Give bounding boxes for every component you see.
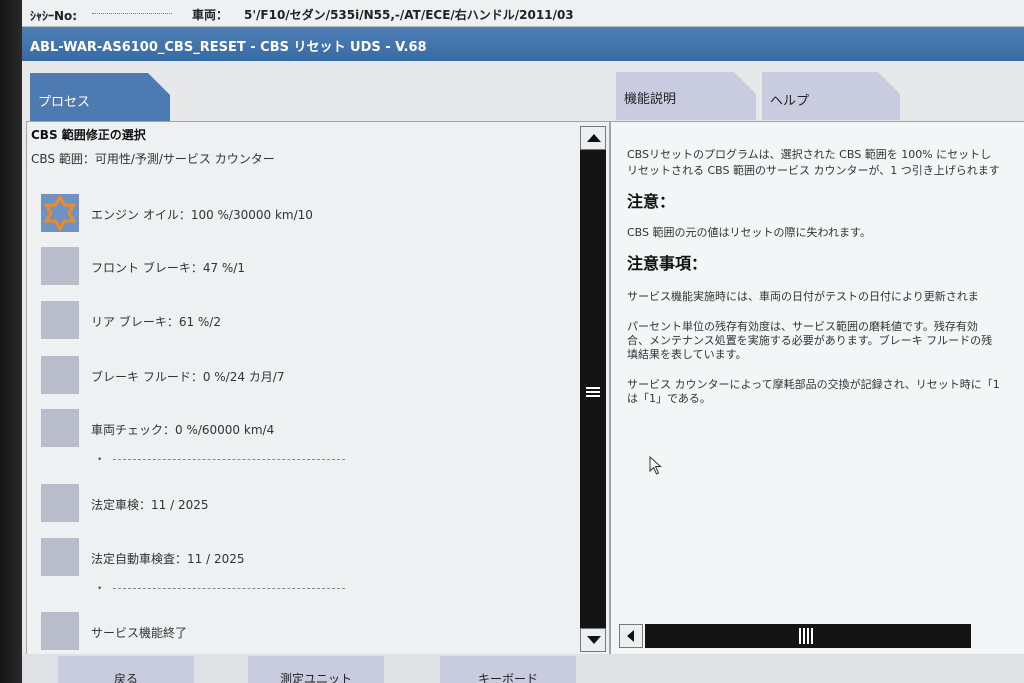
step-label: リア ブレーキ：61 %/2 [91,315,221,329]
grip-icon [586,387,600,397]
process-panel: CBS 範囲修正の選択 CBS 範囲：可用性/予測/サービス カウンター エンジ… [26,121,610,655]
measure-unit-button-label: 測定ユニット [279,672,352,683]
star-icon [44,195,76,231]
scroll-track[interactable] [580,150,606,628]
note-date-update: サービス機能実施時には、車両の日付がテストの日付により更新されま [627,290,979,303]
section-title: CBS 範囲修正の選択 [31,128,146,142]
bullet: • [97,455,103,465]
intro-text-line2: リセットされる CBS 範囲のサービス カウンターが、1 つ引き上げられます [627,164,1000,177]
note-counter-line2: は「1」である。 [627,392,711,405]
step-status-box [41,356,79,394]
step-front-brake[interactable]: フロント ブレーキ：47 %/1 [41,247,551,289]
step-detail-line: • [97,455,357,465]
horizontal-scroll-grip[interactable] [799,628,815,644]
intro-text-line1: CBSリセットのプログラムは、選択された CBS 範囲を 100% にセットし [627,148,992,161]
arrow-left-icon [627,630,634,642]
arrow-up-icon [587,134,601,142]
step-label: エンジン オイル：100 %/30000 km/10 [91,208,313,222]
scroll-down-button[interactable] [580,628,606,652]
scroll-left-button[interactable] [619,624,643,648]
help-panel: CBSリセットのプログラムは、選択された CBS 範囲を 100% にセットし … [610,121,1024,655]
window-title: ABL-WAR-AS6100_CBS_RESET - CBS リセット UDS … [30,40,427,55]
vehicle-info-bar: ｼｬｼｰNo: 車両： 5'/F10/セダン/535i/N55,-/AT/ECE… [22,0,1024,27]
step-label: 法定自動車検査：11 / 2025 [91,552,245,566]
diagnostic-app-window: ｼｬｼｰNo: 車両： 5'/F10/セダン/535i/N55,-/AT/ECE… [22,0,1024,683]
caution-text: CBS 範囲の元の値はリセットの際に失われます。 [627,226,871,239]
tab-help[interactable]: ヘルプ [762,72,900,120]
tab-function-description-label: 機能説明 [624,92,677,107]
step-label: ブレーキ フルード：0 %/24 カ月/7 [91,370,285,384]
notes-heading: 注意事項： [627,254,708,273]
dashed-divider [113,459,345,460]
step-legal-vehicle-inspection[interactable]: 法定自動車検査：11 / 2025 • [41,538,551,594]
horizontal-scrollbar[interactable] [619,624,1024,648]
vehicle-description: 5'/F10/セダン/535i/N55,-/AT/ECE/右ハンドル/2011/… [244,8,574,22]
keyboard-button-label: キーボード [477,672,538,683]
step-engine-oil[interactable]: エンジン オイル：100 %/30000 km/10 [41,194,551,236]
screen-bezel [0,0,22,683]
step-status-box [41,484,79,522]
horizontal-scroll-track[interactable] [645,624,971,648]
step-label: 車両チェック：0 %/60000 km/4 [91,423,275,437]
window-title-bar: ABL-WAR-AS6100_CBS_RESET - CBS リセット UDS … [22,27,1024,61]
arrow-down-icon [587,636,601,644]
section-subtitle: CBS 範囲：可用性/予測/サービス カウンター [31,152,275,166]
step-end-service[interactable]: サービス機能終了 [41,612,551,654]
tab-process[interactable]: プロセス [30,73,170,121]
vehicle-label: 車両： [192,8,229,22]
bullet: • [97,584,103,594]
step-vehicle-check[interactable]: 車両チェック：0 %/60000 km/4 • [41,409,551,465]
caution-heading: 注意： [627,192,676,211]
step-brake-fluid[interactable]: ブレーキ フルード：0 %/24 カ月/7 [41,356,551,398]
tab-help-label: ヘルプ [770,94,810,109]
step-status-box [41,301,79,339]
keyboard-button[interactable]: キーボード [440,656,576,683]
step-legal-inspection[interactable]: 法定車検：11 / 2025 [41,484,551,526]
tab-process-label: プロセス [38,95,91,110]
step-status-box [41,247,79,285]
back-button-label: 戻る [113,672,138,683]
bottom-button-bar: 戻る 測定ユニット キーボード [22,654,1024,683]
step-status-box [41,612,79,650]
note-remaining-line3: 填結果を表しています。 [627,348,747,361]
measure-unit-button[interactable]: 測定ユニット [248,656,384,683]
chassis-number-value [92,13,172,14]
step-rear-brake[interactable]: リア ブレーキ：61 %/2 [41,301,551,343]
step-status-box [41,538,79,576]
step-label: 法定車検：11 / 2025 [91,498,209,512]
dashed-divider [113,588,345,589]
scroll-up-button[interactable] [580,126,606,150]
step-detail-line: • [97,584,357,594]
scroll-thumb-grip[interactable] [586,386,600,400]
chassis-number-label: ｼｬｼｰNo: [30,9,78,23]
vertical-scrollbar[interactable] [580,126,606,652]
back-button[interactable]: 戻る [58,656,194,683]
mouse-cursor-icon [649,456,662,475]
step-label: サービス機能終了 [91,626,188,640]
step-status-box [41,194,79,232]
tab-function-description[interactable]: 機能説明 [616,72,756,120]
step-label: フロント ブレーキ：47 %/1 [91,261,245,275]
step-status-box [41,409,79,447]
